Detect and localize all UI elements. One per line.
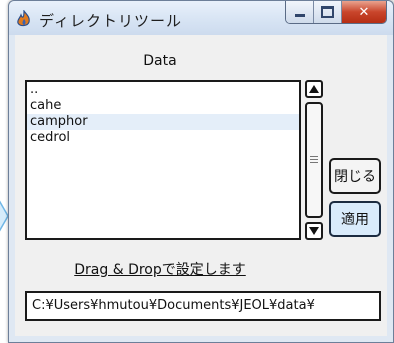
list-item[interactable]: cahe xyxy=(27,98,299,114)
drag-drop-hint: Drag & Dropで設定します xyxy=(74,262,246,278)
directory-list[interactable]: .. cahe camphor cedrol xyxy=(25,80,301,240)
thumb-grip-line xyxy=(310,162,318,163)
close-button[interactable]: 閉じる xyxy=(329,158,381,194)
down-triangle-icon xyxy=(309,227,319,235)
maximize-icon xyxy=(321,6,334,18)
minimize-button[interactable] xyxy=(286,1,314,23)
caption-buttons: ✕ xyxy=(285,1,387,24)
list-scrollbar[interactable] xyxy=(305,80,323,240)
data-label: Data xyxy=(143,53,177,69)
list-item[interactable]: .. xyxy=(27,82,299,98)
thumb-grip-line xyxy=(310,156,318,157)
thumb-grip-line xyxy=(310,159,318,160)
scroll-up-button[interactable] xyxy=(305,80,323,98)
window-title: ディレクトリツール xyxy=(39,12,182,30)
close-window-button[interactable]: ✕ xyxy=(342,1,386,23)
apply-button[interactable]: 適用 xyxy=(329,201,381,237)
up-triangle-icon xyxy=(309,85,319,93)
path-field[interactable]: C:¥Users¥hmutou¥Documents¥JEOL¥data¥ xyxy=(25,291,381,321)
directory-tool-window: ディレクトリツール ✕ Data .. cahe camphor cedrol xyxy=(8,0,394,343)
close-icon: ✕ xyxy=(358,4,370,20)
scroll-down-button[interactable] xyxy=(305,222,323,240)
client-area: Data .. cahe camphor cedrol 閉じる 適用 Drag … xyxy=(15,35,387,336)
list-item[interactable]: camphor xyxy=(27,114,299,130)
title-bar[interactable]: ディレクトリツール ✕ xyxy=(9,1,393,35)
list-item[interactable]: cedrol xyxy=(27,130,299,146)
maximize-button[interactable] xyxy=(314,1,342,23)
scroll-thumb[interactable] xyxy=(305,102,323,218)
minimize-icon xyxy=(294,13,305,17)
app-flame-icon xyxy=(17,10,30,27)
